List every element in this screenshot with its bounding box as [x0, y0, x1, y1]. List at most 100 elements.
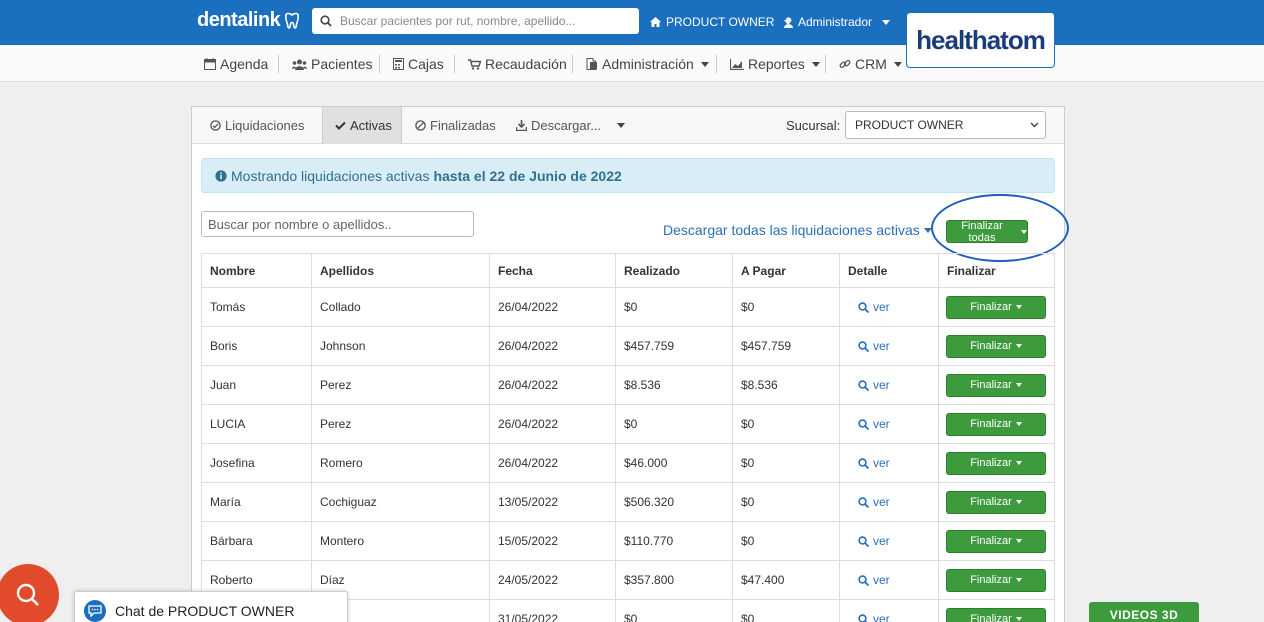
finalize-row-button[interactable]: Finalizar [946, 451, 1046, 475]
patient-search[interactable] [312, 8, 639, 34]
finalize-row-button[interactable]: Finalizar [946, 607, 1046, 622]
view-detail-link[interactable]: ver [848, 612, 938, 622]
view-detail-label: ver [873, 417, 890, 431]
name-search-input[interactable] [201, 211, 474, 237]
ban-icon [415, 120, 426, 131]
download-all-link[interactable]: Descargar todas las liquidaciones activa… [663, 222, 932, 238]
menu-item-pacientes[interactable]: Pacientes [292, 56, 372, 72]
finalize-all-button[interactable]: Finalizar todas [946, 220, 1028, 244]
sucursal-value: PRODUCT OWNER [855, 118, 964, 132]
cell-fecha: 13/05/2022 [489, 482, 616, 522]
table-body: Tomás Collado 26/04/2022 $0 $0 ver Finalizar Bo… [201, 287, 1055, 622]
view-detail-label: ver [873, 456, 890, 470]
cell-finalizar: Finalizar [938, 287, 1055, 327]
finalize-label: Finalizar [970, 496, 1012, 508]
tab-liquidaciones[interactable]: Liquidaciones [210, 107, 305, 144]
chevron-down-icon [893, 61, 902, 67]
user-dropdown[interactable]: Administrador [784, 15, 891, 29]
search-icon [858, 301, 869, 313]
main-menu: Agenda Pacientes Cajas Recaudación Admin… [0, 45, 1264, 82]
view-detail-link[interactable]: ver [848, 495, 938, 509]
cell-nombre: María [201, 482, 312, 522]
cell-a-pagar: $8.536 [732, 365, 840, 405]
cell-finalizar: Finalizar [938, 599, 1055, 622]
view-detail-link[interactable]: ver [848, 534, 938, 548]
document-icon [586, 58, 597, 70]
chevron-down-icon [1021, 229, 1027, 234]
menu-label: Cajas [408, 56, 444, 72]
tooth-icon [285, 12, 300, 29]
menu-item-agenda[interactable]: Agenda [204, 56, 268, 72]
tab-descargar[interactable]: Descargar... [516, 107, 626, 144]
chat-icon [84, 600, 106, 622]
cell-apellidos: Cochiguaz [311, 482, 490, 522]
view-detail-link[interactable]: ver [848, 456, 938, 470]
finalize-row-button[interactable]: Finalizar [946, 373, 1046, 397]
chevron-down-icon [811, 61, 820, 67]
home-icon [650, 17, 661, 27]
cell-realizado: $457.759 [615, 326, 733, 366]
column-header: A Pagar [732, 253, 840, 288]
menu-item-administracion[interactable]: Administración [586, 56, 709, 72]
cell-apellidos: Johnson [311, 326, 490, 366]
chat-widget[interactable]: Chat de PRODUCT OWNER [74, 591, 348, 622]
search-icon [320, 15, 332, 27]
dentalink-logo[interactable]: dentalink [197, 9, 301, 32]
cell-a-pagar: $0 [732, 521, 840, 561]
view-detail-label: ver [873, 378, 890, 392]
view-detail-link[interactable]: ver [848, 300, 938, 314]
menu-item-reportes[interactable]: Reportes [730, 56, 820, 72]
cell-realizado: $0 [615, 599, 733, 622]
tab-label: Finalizadas [430, 118, 496, 133]
cell-fecha: 26/04/2022 [489, 287, 616, 327]
menu-label: Recaudación [485, 56, 567, 72]
cell-apellidos: Perez [311, 404, 490, 444]
tab-label: Liquidaciones [225, 118, 305, 133]
view-detail-link[interactable]: ver [848, 339, 938, 353]
search-icon [858, 496, 869, 508]
menu-item-cajas[interactable]: Cajas [393, 56, 444, 72]
user-label: Administrador [798, 15, 873, 29]
menu-divider [278, 55, 279, 73]
view-detail-link[interactable]: ver [848, 378, 938, 392]
tab-label: Descargar... [531, 118, 602, 133]
finalize-row-button[interactable]: Finalizar [946, 334, 1046, 358]
search-icon [858, 574, 869, 586]
menu-label: Agenda [220, 56, 269, 72]
finalize-row-button[interactable]: Finalizar [946, 529, 1046, 553]
search-icon [858, 457, 869, 469]
tab-finalizadas[interactable]: Finalizadas [415, 107, 496, 144]
profile-dropdown[interactable]: PRODUCT OWNER [650, 15, 793, 29]
chevron-down-icon [1015, 617, 1022, 621]
search-icon [858, 418, 869, 430]
support-launcher[interactable] [0, 564, 59, 622]
sucursal-select[interactable]: PRODUCT OWNER [845, 111, 1046, 139]
finalize-row-button[interactable]: Finalizar [946, 568, 1046, 592]
cell-realizado: $110.770 [615, 521, 733, 561]
finalize-row-button[interactable]: Finalizar [946, 490, 1046, 514]
menu-item-recaudacion[interactable]: Recaudación [468, 56, 567, 72]
view-detail-label: ver [873, 339, 890, 353]
videos-3d-button[interactable]: VIDEOS 3D [1089, 602, 1199, 622]
cell-a-pagar: $0 [732, 404, 840, 444]
view-detail-link[interactable]: ver [848, 573, 938, 587]
cell-detalle: ver [839, 326, 939, 366]
menu-item-crm[interactable]: CRM [839, 56, 902, 72]
tab-activas[interactable]: Activas [322, 107, 402, 144]
search-icon [858, 379, 869, 391]
cell-detalle: ver [839, 404, 939, 444]
cell-detalle: ver [839, 365, 939, 405]
cell-finalizar: Finalizar [938, 482, 1055, 522]
menu-label: CRM [855, 56, 887, 72]
menu-label: Administración [602, 56, 694, 72]
view-detail-link[interactable]: ver [848, 417, 938, 431]
cell-detalle: ver [839, 287, 939, 327]
finalize-label: Finalizar [970, 574, 1012, 586]
finalize-row-button[interactable]: Finalizar [946, 295, 1046, 319]
sucursal-label: Sucursal: [786, 118, 841, 133]
finalize-row-button[interactable]: Finalizar [946, 412, 1046, 436]
table-row: Boris Johnson 26/04/2022 $457.759 $457.759 ve… [201, 326, 1055, 366]
cell-realizado: $0 [615, 287, 733, 327]
patient-search-input[interactable] [340, 14, 630, 28]
view-detail-label: ver [873, 612, 890, 622]
